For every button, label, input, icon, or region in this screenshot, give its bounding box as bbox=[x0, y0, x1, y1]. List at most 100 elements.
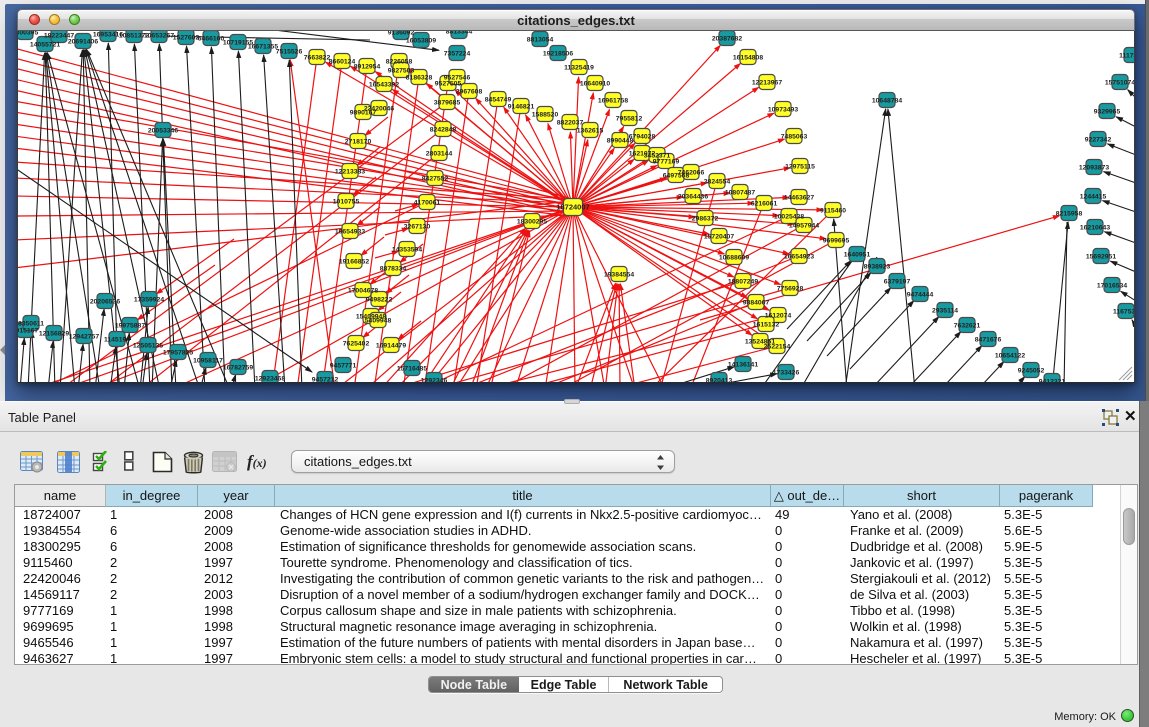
svg-text:9457212: 9457212 bbox=[312, 377, 339, 383]
svg-text:9884067: 9884067 bbox=[743, 300, 770, 307]
svg-text:18300295: 18300295 bbox=[517, 219, 547, 226]
svg-text:14957944: 14957944 bbox=[789, 223, 819, 230]
svg-text:4170061: 4170061 bbox=[414, 200, 441, 207]
svg-text:6379197: 6379197 bbox=[884, 279, 911, 286]
svg-text:8471676: 8471676 bbox=[975, 337, 1002, 344]
svg-text:9699695: 9699695 bbox=[823, 238, 850, 245]
svg-text:9412321: 9412321 bbox=[1039, 379, 1066, 383]
svg-text:16654923: 16654923 bbox=[784, 254, 814, 261]
svg-text:10648784: 10648784 bbox=[872, 98, 902, 105]
svg-text:17359924: 17359924 bbox=[134, 297, 164, 304]
svg-text:1588520: 1588520 bbox=[532, 112, 559, 119]
svg-text:19654933: 19654933 bbox=[335, 229, 365, 236]
svg-text:7515526: 7515526 bbox=[276, 49, 303, 56]
svg-text:3879685: 3879685 bbox=[434, 100, 461, 107]
svg-text:20691406: 20691406 bbox=[68, 39, 98, 46]
svg-text:1640951: 1640951 bbox=[844, 252, 871, 259]
svg-text:10653267: 10653267 bbox=[144, 33, 174, 40]
svg-text:9146821: 9146821 bbox=[508, 104, 535, 111]
svg-text:1167533: 1167533 bbox=[1113, 309, 1134, 316]
svg-text:17016534: 17016534 bbox=[1097, 283, 1127, 290]
svg-text:3267130: 3267130 bbox=[404, 224, 431, 231]
svg-text:20364436: 20364436 bbox=[678, 194, 708, 201]
svg-text:10025438: 10025438 bbox=[774, 214, 804, 221]
svg-text:7625402: 7625402 bbox=[343, 341, 370, 348]
svg-text:10654122: 10654122 bbox=[995, 353, 1025, 360]
svg-text:7485063: 7485063 bbox=[781, 134, 808, 141]
svg-text:2935114: 2935114 bbox=[932, 308, 958, 315]
svg-text:16671355: 16671355 bbox=[248, 44, 278, 51]
svg-text:2718170: 2718170 bbox=[345, 139, 372, 146]
svg-text:1362615: 1362615 bbox=[577, 128, 604, 135]
svg-text:12093873: 12093873 bbox=[1079, 165, 1109, 172]
svg-text:22420046: 22420046 bbox=[364, 106, 394, 113]
svg-text:19384554: 19384554 bbox=[604, 272, 634, 279]
svg-text:9329965: 9329965 bbox=[1094, 109, 1121, 116]
svg-text:16053809: 16053809 bbox=[406, 38, 436, 45]
svg-text:8813054: 8813054 bbox=[527, 37, 554, 44]
svg-text:10688609: 10688609 bbox=[719, 255, 749, 262]
svg-text:15720407: 15720407 bbox=[704, 234, 734, 241]
svg-text:8938923: 8938923 bbox=[864, 264, 891, 271]
svg-text:8813344: 8813344 bbox=[446, 31, 473, 36]
svg-text:16640910: 16640910 bbox=[580, 81, 610, 88]
svg-text:1010755: 1010755 bbox=[333, 199, 360, 206]
svg-text:7462066: 7462066 bbox=[678, 170, 705, 177]
svg-text:11325419: 11325419 bbox=[564, 65, 594, 72]
svg-text:8878334: 8878334 bbox=[380, 266, 407, 273]
svg-text:16210643: 16210643 bbox=[1080, 225, 1110, 232]
svg-text:16543392: 16543392 bbox=[369, 82, 399, 89]
svg-text:19218506: 19218506 bbox=[543, 51, 573, 58]
svg-text:8427552: 8427552 bbox=[422, 176, 449, 183]
svg-text:3824554: 3824554 bbox=[704, 179, 731, 186]
svg-text:9474444: 9474444 bbox=[907, 292, 934, 299]
svg-text:8822037: 8822037 bbox=[557, 120, 584, 127]
svg-text:2522154: 2522154 bbox=[764, 344, 791, 351]
svg-text:8920413: 8920413 bbox=[706, 378, 733, 383]
svg-text:12213383: 12213383 bbox=[335, 169, 365, 176]
svg-text:9115460: 9115460 bbox=[820, 208, 846, 215]
svg-text:18807249: 18807249 bbox=[728, 279, 758, 286]
svg-text:17957825: 17957825 bbox=[163, 350, 193, 357]
svg-text:8215958: 8215958 bbox=[1056, 211, 1083, 218]
svg-text:15751074: 15751074 bbox=[1105, 80, 1134, 87]
svg-text:9457771: 9457771 bbox=[330, 363, 357, 370]
svg-text:9227342: 9227342 bbox=[1085, 137, 1112, 144]
svg-text:1527602: 1527602 bbox=[173, 35, 200, 42]
svg-text:2803144: 2803144 bbox=[426, 151, 453, 158]
svg-text:7632621: 7632621 bbox=[954, 323, 981, 330]
svg-text:2986372: 2986372 bbox=[692, 216, 719, 223]
svg-text:9527546: 9527546 bbox=[444, 75, 471, 82]
svg-text:2967608: 2967608 bbox=[456, 89, 483, 96]
svg-text:9245052: 9245052 bbox=[1018, 368, 1045, 375]
svg-text:1733426: 1733426 bbox=[773, 370, 800, 377]
svg-text:20387682: 20387682 bbox=[712, 36, 742, 43]
svg-text:14463627: 14463627 bbox=[784, 195, 814, 202]
svg-text:14136141: 14136141 bbox=[728, 362, 758, 369]
svg-text:9777169: 9777169 bbox=[653, 159, 680, 166]
svg-text:8300395: 8300395 bbox=[18, 31, 38, 37]
svg-text:10807487: 10807487 bbox=[725, 190, 755, 197]
svg-text:20053346: 20053346 bbox=[148, 128, 178, 135]
svg-text:5409948: 5409948 bbox=[365, 318, 392, 325]
svg-text:16914479: 16914479 bbox=[376, 343, 406, 350]
svg-text:18724007: 18724007 bbox=[556, 203, 589, 212]
svg-text:14055721: 14055721 bbox=[30, 42, 60, 49]
svg-text:7663822: 7663822 bbox=[304, 55, 331, 62]
svg-text:1292346: 1292346 bbox=[421, 378, 448, 383]
svg-text:7357224: 7357224 bbox=[444, 51, 471, 58]
svg-text:9827503: 9827503 bbox=[388, 68, 415, 75]
svg-text:12942757: 12942757 bbox=[69, 334, 99, 341]
svg-text:12213967: 12213967 bbox=[752, 80, 782, 87]
svg-text:8350611: 8350611 bbox=[18, 321, 44, 328]
svg-text:20206536: 20206536 bbox=[90, 299, 120, 306]
svg-text:12923468: 12923468 bbox=[255, 376, 285, 383]
svg-text:14353594: 14353594 bbox=[392, 247, 422, 254]
svg-text:16782759: 16782759 bbox=[223, 365, 253, 372]
svg-text:17004678: 17004678 bbox=[348, 288, 378, 295]
svg-text:12156829: 12156829 bbox=[39, 331, 69, 338]
svg-text:6216061: 6216061 bbox=[751, 201, 778, 208]
svg-text:16961758: 16961758 bbox=[598, 98, 628, 105]
svg-text:8226058: 8226058 bbox=[386, 59, 413, 66]
svg-text:12505135: 12505135 bbox=[133, 343, 163, 350]
